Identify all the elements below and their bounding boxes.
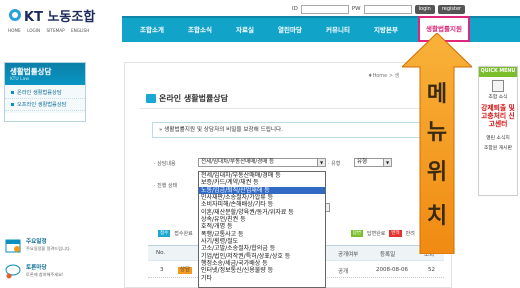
answered-badge: 답변 — [350, 230, 363, 237]
progress-label: · 진행 상태 — [154, 183, 178, 189]
quick-item-newsletter[interactable]: 열린 소식지 — [479, 134, 517, 141]
col-date: 등록일 — [380, 252, 396, 258]
row-no: 3 — [160, 267, 164, 273]
type-select-value: 유형 — [357, 159, 368, 165]
dropdown-option-selected[interactable]: 노동/임금/퇴직/산업재해 등 — [199, 186, 325, 195]
nav-item-news[interactable]: 조합소식 — [180, 18, 220, 42]
debate-desc: 토론에 참여해주세요! — [26, 272, 64, 277]
nav-item-library[interactable]: 자료실 — [228, 18, 262, 42]
title-divider — [140, 108, 446, 109]
dropdown-option[interactable]: 이혼/재산분할/양육권/동거/위자료 등 — [199, 209, 325, 216]
nav-item-about[interactable]: 조합소개 — [132, 18, 172, 42]
page-heading: 온라인 생활법률상담 — [146, 92, 228, 104]
quick-menu: QUICK MENU 조합 소식 강제퇴출 및 고충처리 신고센터 열린 소식지… — [478, 66, 518, 196]
returned-badge: 반려 — [389, 230, 402, 237]
quick-menu-title: QUICK MENU — [479, 67, 517, 77]
sidebar-item-online[interactable]: 온라인 생활법률상담 — [5, 87, 85, 99]
dropdown-option[interactable]: 호적/개명 등 — [199, 223, 325, 230]
notice-box: » 생활법률지원 및 상담자의 비밀을 보장해 드립니다. — [152, 122, 442, 138]
chevron-down-icon[interactable]: ▼ — [383, 159, 391, 166]
chevron-down-icon[interactable]: ▼ — [317, 159, 325, 166]
login-button[interactable]: login — [414, 4, 435, 14]
sidebar: 생활법률상담 KTU Law 온라인 생활법률상담 오프라인 생활법률상담 — [4, 62, 86, 122]
dropdown-option[interactable]: 고소/고발/소송절차/합의금 등 — [199, 245, 325, 252]
type-label: · 유형 — [328, 161, 341, 167]
arrow-up-annotation-icon: 메 뉴 위 치 — [402, 33, 472, 254]
dropdown-option[interactable]: 폭행/교통사고 등 — [199, 231, 325, 238]
debate-box[interactable]: 토론마당 토론에 참여해주세요! — [4, 262, 86, 284]
dropdown-option[interactable]: 기타 — [199, 275, 325, 282]
password-input[interactable] — [363, 4, 412, 14]
title-icon — [146, 93, 156, 103]
dropdown-option[interactable]: 보증/카드/계약/채권 등 — [199, 179, 325, 186]
nav-item-community[interactable]: 커뮤니티 — [318, 18, 358, 42]
breadcrumb-text[interactable]: Home > 생 — [372, 73, 399, 79]
register-button[interactable]: register — [437, 4, 466, 14]
sidebar-subtitle: KTU Law — [10, 77, 30, 82]
quick-item-board[interactable]: 조합원 게시판 — [479, 144, 517, 151]
type-select[interactable]: 유형 ▼ — [354, 158, 392, 167]
dropdown-option[interactable]: 소비자피해/손해배상/기타 등 — [199, 201, 325, 208]
debate-title: 토론마당 — [26, 265, 47, 271]
row-views: 52 — [428, 267, 435, 273]
logo-text: KT 노동조합 — [24, 10, 96, 25]
category-dropdown-list[interactable]: 전세/임대차/부동산매매/경매 등 보증/카드/계약/채권 등 노동/임금/퇴직… — [198, 171, 326, 288]
schedule-box[interactable]: 주요일정 주요일정을 알려드립니다. — [4, 236, 86, 258]
english-link[interactable]: ENGLISH — [71, 28, 89, 33]
document-icon — [492, 80, 504, 92]
schedule-desc: 주요일정을 알려드립니다. — [26, 246, 72, 251]
home-link[interactable]: HOME — [8, 28, 21, 33]
nav-item-open-forum[interactable]: 열린마당 — [270, 18, 310, 42]
quick-item-report-center[interactable]: 강제퇴출 및 고충처리 신고센터 — [479, 104, 517, 128]
annotation-char-4: 치 — [427, 204, 447, 229]
row-badge: 상담 — [178, 267, 193, 274]
category-select[interactable]: 전세/임대차/부동산매매/경매 등 ▼ — [198, 158, 326, 167]
row-date: 2008-08-06 — [376, 267, 408, 273]
breadcrumb: ♦Home > 생 — [368, 72, 399, 79]
site-logo[interactable]: KT 노동조합 HOME LOGIN SITEMAP ENGLISH — [6, 6, 106, 40]
category-label: · 상담내용 — [154, 161, 176, 167]
received-badge: 접수 — [158, 230, 171, 237]
login-bar: ID PW login register — [292, 3, 518, 15]
annotation-char-2: 뉴 — [427, 120, 447, 145]
quick-item-news[interactable]: 조합 소식 — [479, 80, 517, 100]
annotation-char-3: 위 — [427, 160, 447, 185]
category-select-value: 전세/임대차/부동산매매/경매 등 — [201, 159, 275, 165]
sidebar-header: 생활법률상담 KTU Law — [5, 63, 85, 85]
col-public: 공개여부 — [338, 252, 359, 258]
schedule-title: 주요일정 — [26, 239, 47, 245]
received-text: 접수완료 — [174, 231, 193, 237]
dropdown-option[interactable]: 인터넷/정보통신/신용불량 등 — [199, 267, 325, 274]
speech-bubble-icon — [5, 264, 21, 279]
row-public: 공개 — [338, 269, 349, 275]
col-no: No. — [156, 250, 166, 256]
pw-label: PW — [351, 6, 361, 12]
nav-item-regional[interactable]: 지방본부 — [366, 18, 406, 42]
sitemap-link[interactable]: SITEMAP — [47, 28, 65, 33]
sidebar-title: 생활법률상담 — [10, 67, 52, 76]
id-input[interactable] — [300, 4, 349, 14]
kt-logo-icon — [9, 9, 21, 21]
id-label: ID — [292, 6, 298, 12]
quick-item-news-label: 조합 소식 — [488, 95, 508, 100]
top-links: HOME LOGIN SITEMAP ENGLISH — [8, 28, 94, 33]
calendar-icon — [5, 239, 21, 253]
sidebar-menu: 온라인 생활법률상담 오프라인 생활법률상담 — [5, 85, 85, 113]
annotation-char-1: 메 — [427, 82, 447, 107]
page-title: 온라인 생활법률상담 — [159, 93, 229, 103]
sidebar-item-offline[interactable]: 오프라인 생활법률상담 — [5, 99, 85, 111]
answered-text: 답변완료 — [366, 231, 386, 237]
login-link[interactable]: LOGIN — [27, 28, 40, 33]
